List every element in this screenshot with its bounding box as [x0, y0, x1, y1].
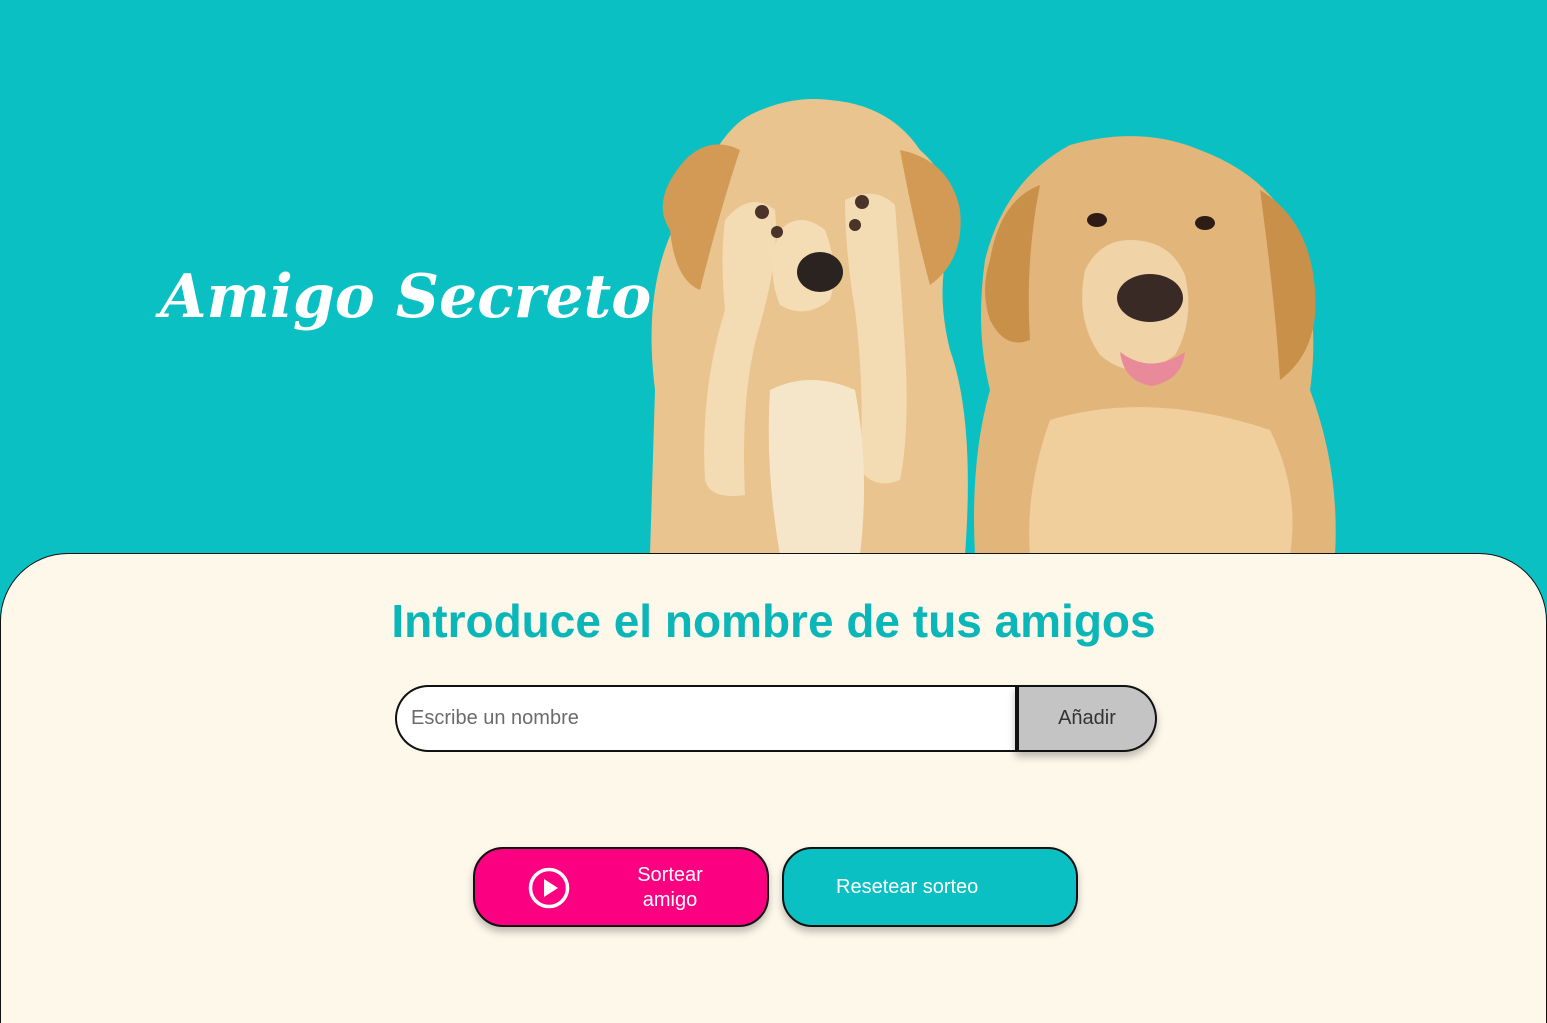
reset-draw-button[interactable]: Resetear sorteo [782, 847, 1078, 927]
golden-retriever-icon [974, 136, 1336, 555]
draw-button-label: Sortear amigo [637, 864, 703, 911]
header-banner: Amigo Secreto [0, 0, 1547, 560]
puppy-covering-eyes-icon [650, 99, 968, 555]
name-input[interactable] [395, 685, 1015, 752]
add-button[interactable]: Añadir [1015, 685, 1157, 752]
play-circle-icon [528, 867, 570, 909]
reset-button-label: Resetear sorteo [836, 876, 979, 898]
add-friend-form: Añadir [395, 685, 1157, 752]
dogs-illustration [650, 99, 1336, 555]
section-heading: Introduce el nombre de tus amigos [391, 595, 1156, 647]
draw-friend-button[interactable]: Sortear amigo [473, 847, 769, 927]
page-title: Amigo Secreto [160, 262, 652, 332]
